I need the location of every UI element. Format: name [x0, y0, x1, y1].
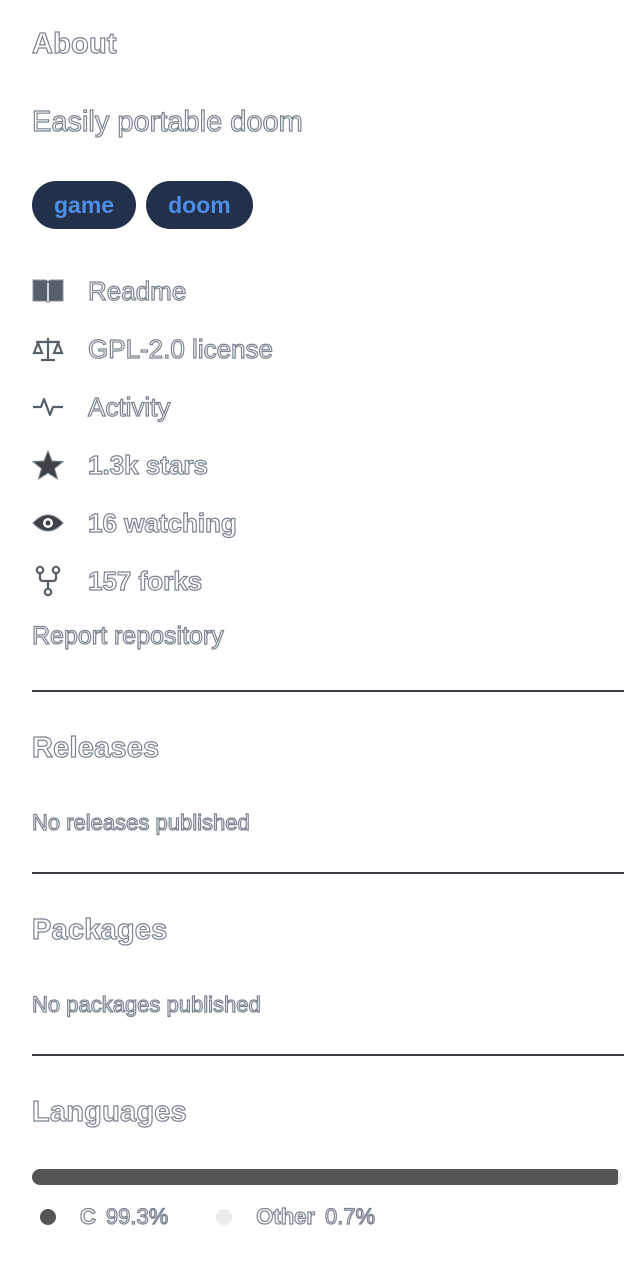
repo-forked-icon	[32, 565, 64, 597]
readme-link[interactable]: Readme	[32, 271, 187, 311]
packages-empty-note: No packages published	[31, 991, 261, 1017]
section-divider	[32, 690, 624, 692]
language-name: C	[79, 1203, 96, 1229]
stars-link[interactable]: 1.3k stars	[32, 445, 209, 485]
forks-link[interactable]: 157 forks	[32, 561, 203, 601]
packages-heading[interactable]: Packages	[31, 913, 167, 947]
section-divider	[32, 1054, 624, 1056]
eye-icon	[32, 507, 64, 539]
language-bar-segment-other[interactable]	[617, 1169, 622, 1185]
license-link[interactable]: GPL-2.0 license	[32, 329, 274, 369]
language-legend: C 99.3% Other 0.7%	[40, 1203, 423, 1230]
releases-heading[interactable]: Releases	[31, 731, 159, 765]
watchers-link[interactable]: 16 watching	[32, 503, 237, 543]
topics-list: game doom	[32, 181, 253, 229]
topic-doom[interactable]: doom	[146, 181, 253, 229]
stars-label: 1.3k stars	[87, 449, 208, 480]
star-icon	[32, 449, 64, 481]
section-divider	[32, 872, 624, 874]
law-scale-icon	[32, 333, 64, 365]
language-color-dot	[40, 1209, 56, 1225]
language-bar	[32, 1169, 622, 1185]
book-icon	[32, 275, 64, 307]
language-item-c[interactable]: C 99.3%	[40, 1203, 169, 1230]
report-repository-link[interactable]: Report repository	[31, 621, 224, 651]
activity-link[interactable]: Activity	[32, 387, 171, 427]
readme-label: Readme	[87, 275, 187, 306]
pulse-icon	[32, 391, 64, 423]
forks-label: 157 forks	[87, 565, 203, 596]
language-item-other[interactable]: Other 0.7%	[216, 1203, 376, 1230]
about-heading: About	[31, 27, 117, 60]
languages-heading: Languages	[31, 1095, 187, 1128]
language-bar-segment-c[interactable]	[32, 1169, 618, 1185]
language-name: Other	[256, 1203, 316, 1229]
language-percent: 99.3%	[105, 1203, 169, 1229]
watchers-label: 16 watching	[87, 507, 237, 538]
releases-empty-note: No releases published	[31, 809, 250, 835]
repo-description: Easily portable doom	[31, 105, 303, 138]
language-color-dot	[216, 1209, 233, 1225]
license-label: GPL-2.0 license	[87, 333, 273, 364]
activity-label: Activity	[87, 391, 171, 422]
topic-game[interactable]: game	[32, 181, 137, 229]
language-percent: 0.7%	[324, 1203, 376, 1229]
